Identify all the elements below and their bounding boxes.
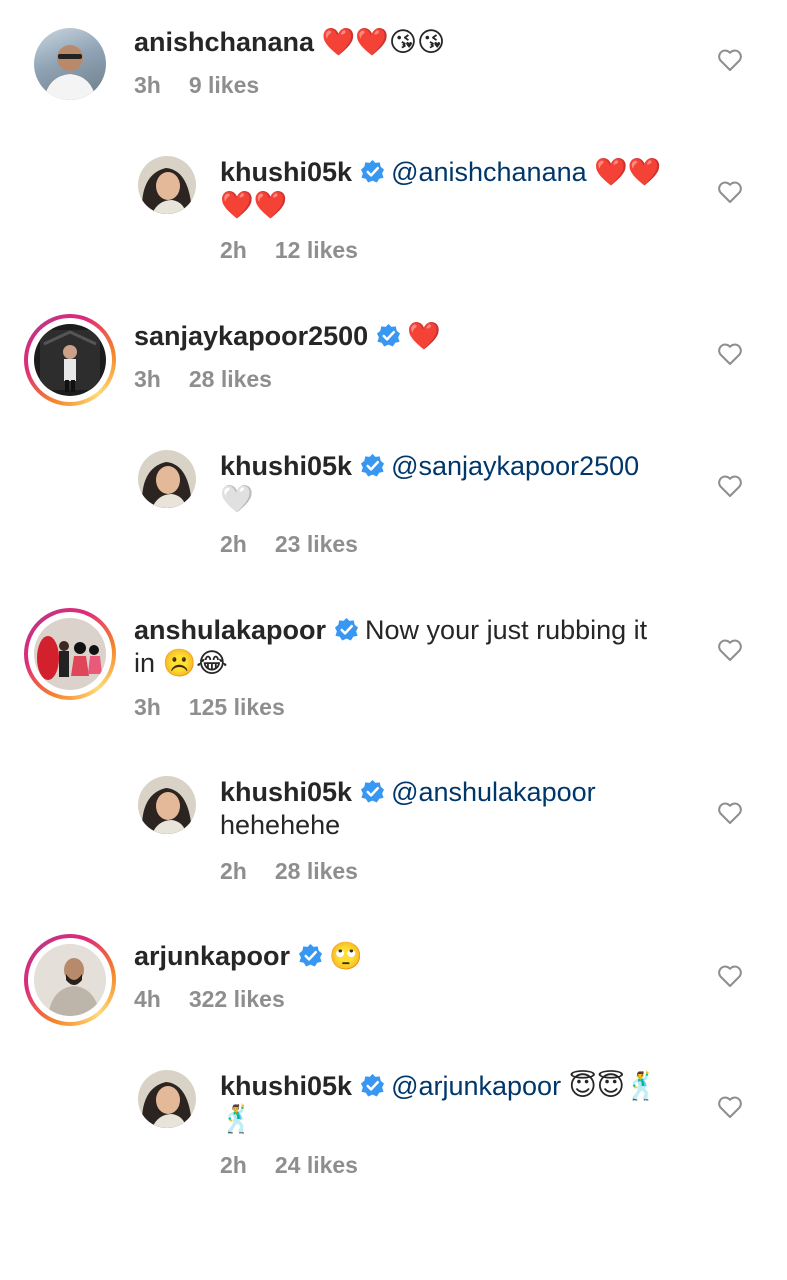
avatar-image [141,462,192,508]
avatar-image [34,944,106,1016]
comment-username[interactable]: sanjaykapoor2500 [134,321,368,351]
comment-likes[interactable]: 125 likes [189,694,285,720]
avatar-image [141,788,192,834]
verified-badge-icon [298,943,323,967]
reply-emojis: 😇😇🕺 [568,1071,659,1102]
story-ring[interactable] [24,608,116,700]
reply-username[interactable]: khushi05k [220,157,352,187]
story-ring[interactable] [24,934,116,1026]
heart-outline-icon[interactable] [717,964,743,988]
comment-username[interactable]: anishchanana [134,27,314,57]
comment-arjunkapoor: arjunkapoor 🙄 4h 322 likes khushi05k @arjun… [0,910,787,1210]
comment-emojis: ☹️😂 [162,648,228,679]
reply-text: hehehehe [220,810,341,840]
comment-time: 3h [134,694,161,720]
comment-body: sanjaykapoor2500 ❤️ [134,320,441,353]
heart-outline-icon[interactable] [717,1095,743,1119]
reply-emojis: ❤️❤️ [594,157,662,188]
reply-mention[interactable]: @anshulakapoor [391,777,596,807]
comment-time: 3h [134,366,161,392]
reply-likes[interactable]: 28 likes [275,858,358,884]
reply-username[interactable]: khushi05k [220,451,352,481]
comment-username[interactable]: anshulakapoor [134,615,326,645]
comment-meta: 4h 322 likes [134,986,285,1013]
reply-meta: 2h 28 likes [220,858,358,885]
avatar-anshulakapoor [34,618,106,690]
avatar-image [141,168,192,214]
reply-body: khushi05k @anshulakapoor hehehehe [220,776,690,842]
comment-username[interactable]: arjunkapoor [134,941,290,971]
verified-badge-icon [361,159,385,183]
avatar-image [141,1082,192,1128]
comment-time: 4h [134,986,161,1012]
avatar-khushi05k[interactable] [138,1070,196,1128]
comment-likes[interactable]: 9 likes [189,72,259,98]
reply-emojis-line2: 🕺 [220,1104,254,1135]
reply-body: khushi05k @anishchanana ❤️❤️ ❤️❤️ [220,156,690,222]
reply-time: 2h [220,531,247,557]
reply-body: khushi05k @sanjaykapoor2500 🤍 [220,450,690,516]
reply-meta: 2h 24 likes [220,1152,358,1179]
comment-emojis: ❤️ [407,321,441,352]
avatar-image [40,330,100,392]
comment-emojis: ❤️❤️😘😘 [321,27,446,58]
reply-time: 2h [220,858,247,884]
comment-body: anishchanana ❤️❤️😘😘 [134,26,445,59]
comment-likes[interactable]: 28 likes [189,366,272,392]
comment-likes[interactable]: 322 likes [189,986,285,1012]
avatar-sanjaykapoor2500 [34,324,106,396]
reply-mention[interactable]: @arjunkapoor [391,1071,561,1101]
verified-badge-icon [361,453,385,477]
reply-username[interactable]: khushi05k [220,777,352,807]
avatar-arjunkapoor [34,944,106,1016]
comment-anshulakapoor: anshulakapoor Now your just rubbing it in… [0,590,787,910]
reply-time: 2h [220,1152,247,1178]
comment-emojis: 🙄 [329,941,363,972]
avatar-image [44,45,96,100]
avatar-khushi05k[interactable] [138,156,196,214]
reply-emojis: 🤍 [220,484,254,515]
reply-emojis-line2: ❤️❤️ [220,190,288,221]
verified-badge-icon [361,779,385,803]
reply-body: khushi05k @arjunkapoor 😇😇🕺 🕺 [220,1070,690,1136]
comment-body: anshulakapoor Now your just rubbing it in… [134,614,694,680]
verified-badge-icon [377,323,401,347]
comment-time: 3h [134,72,161,98]
comment-text: Now your just rubbing it [365,615,648,645]
reply-meta: 2h 12 likes [220,237,358,264]
avatar-khushi05k[interactable] [138,776,196,834]
heart-outline-icon[interactable] [717,180,743,204]
reply-likes[interactable]: 23 likes [275,531,358,557]
comment-sanjaykapoor2500: sanjaykapoor2500 ❤️ 3h 28 likes khushi05k @… [0,290,787,590]
heart-outline-icon[interactable] [717,48,743,72]
reply-username[interactable]: khushi05k [220,1071,352,1101]
heart-outline-icon[interactable] [717,342,743,366]
comment-anishchanana: anishchanana ❤️❤️😘😘 3h 9 likes khushi05k @… [0,0,787,290]
comment-meta: 3h 28 likes [134,366,272,393]
avatar-khushi05k[interactable] [138,450,196,508]
reply-likes[interactable]: 24 likes [275,1152,358,1178]
reply-likes[interactable]: 12 likes [275,237,358,263]
reply-time: 2h [220,237,247,263]
story-ring[interactable] [24,314,116,406]
verified-badge-icon [335,617,359,641]
heart-outline-icon[interactable] [717,801,743,825]
reply-mention[interactable]: @anishchanana [391,157,587,187]
heart-outline-icon[interactable] [717,638,743,662]
comment-body: arjunkapoor 🙄 [134,940,363,973]
comment-meta: 3h 9 likes [134,72,259,99]
avatar-image [34,618,106,690]
comment-meta: 3h 125 likes [134,694,285,721]
heart-outline-icon[interactable] [717,474,743,498]
avatar-anishchanana[interactable] [34,28,106,100]
comment-text-line2: in [134,648,156,678]
reply-meta: 2h 23 likes [220,531,358,558]
verified-badge-icon [361,1073,385,1097]
reply-mention[interactable]: @sanjaykapoor2500 [391,451,639,481]
